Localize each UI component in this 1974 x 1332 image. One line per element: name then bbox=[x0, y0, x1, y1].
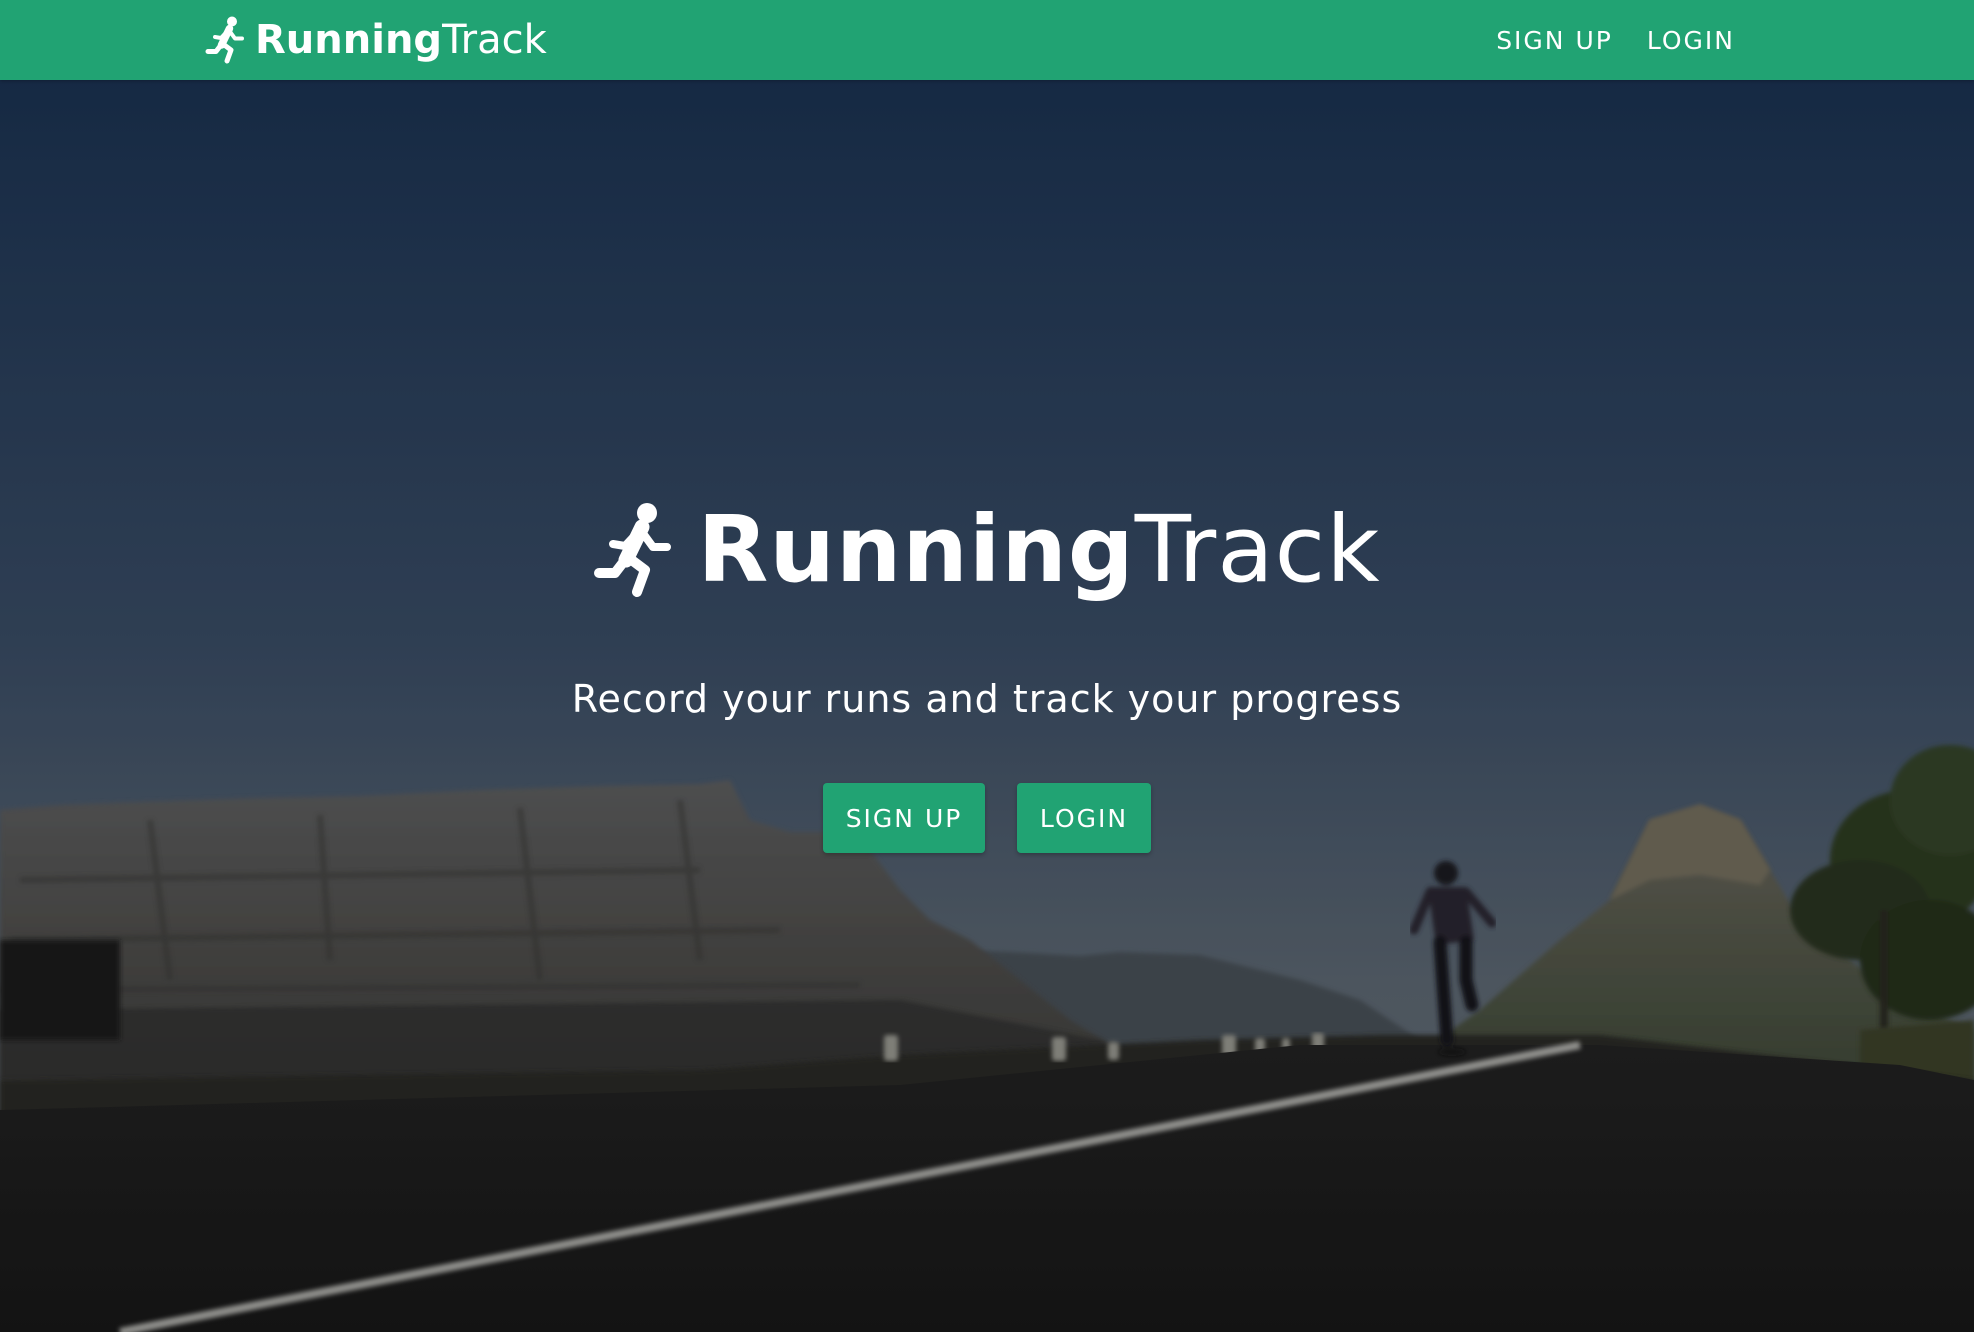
runner-icon bbox=[205, 16, 244, 64]
hero-brand-name: RunningTrack bbox=[698, 504, 1381, 596]
hero-tagline: Record your runs and track your progress bbox=[571, 677, 1403, 721]
navbar: RunningTrack SIGN UP LOGIN bbox=[0, 0, 1974, 80]
nav-links: SIGN UP LOGIN bbox=[1496, 0, 1735, 80]
runner-icon bbox=[593, 503, 671, 597]
hero-brand-name-bold: Running bbox=[697, 496, 1135, 603]
hero-section: RunningTrack Record your runs and track … bbox=[0, 80, 1974, 1332]
signup-button[interactable]: SIGN UP bbox=[823, 783, 985, 853]
nav-signup-link[interactable]: SIGN UP bbox=[1496, 26, 1613, 55]
hero-cta-buttons: SIGN UP LOGIN bbox=[0, 783, 1974, 853]
brand-name: RunningTrack bbox=[255, 20, 547, 60]
hero-logo: RunningTrack bbox=[0, 500, 1974, 600]
login-button[interactable]: LOGIN bbox=[1017, 783, 1151, 853]
landing-page: RunningTrack SIGN UP LOGIN RunningTrack … bbox=[0, 0, 1974, 1332]
brand-name-bold: Running bbox=[255, 17, 443, 63]
brand-name-light: Track bbox=[442, 17, 547, 63]
hero-brand-name-light: Track bbox=[1134, 496, 1381, 603]
brand-logo-link[interactable]: RunningTrack bbox=[205, 8, 547, 72]
nav-login-link[interactable]: LOGIN bbox=[1647, 26, 1735, 55]
